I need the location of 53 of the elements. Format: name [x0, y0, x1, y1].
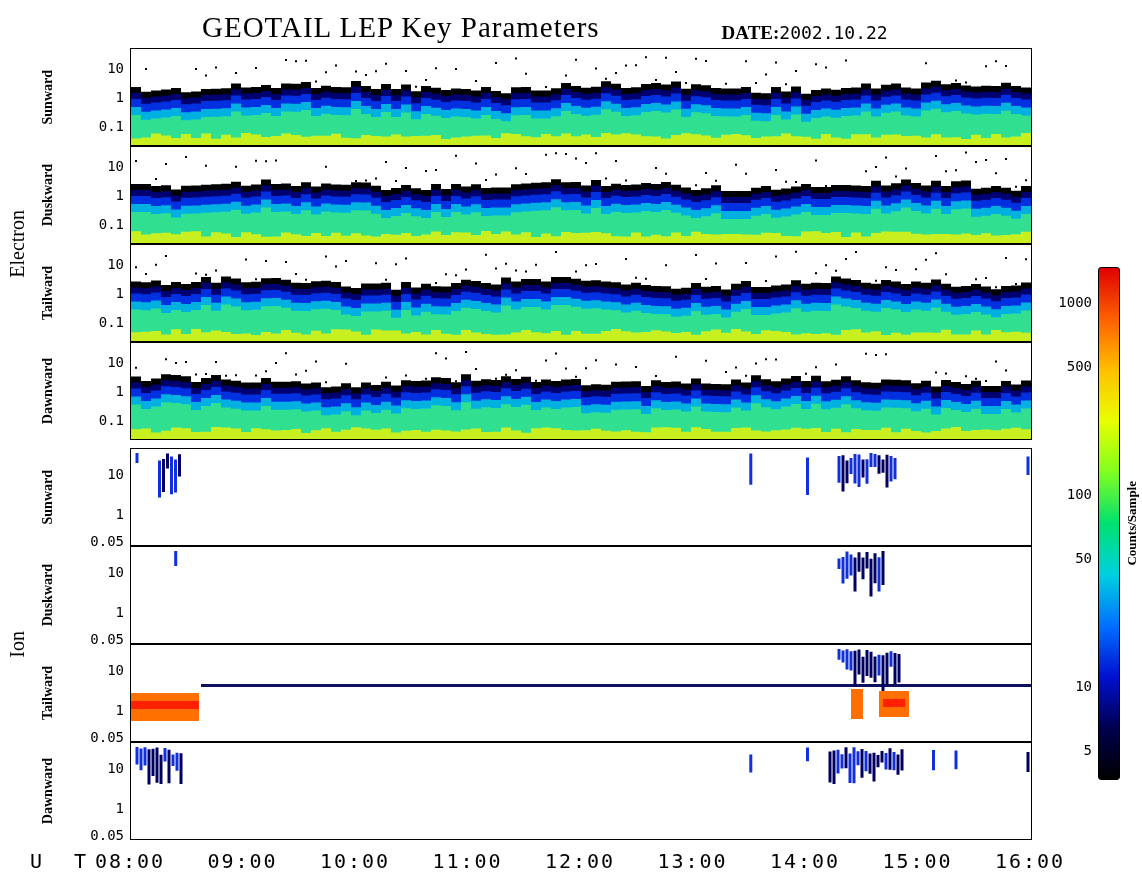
time-tick-label: 16:00	[994, 849, 1066, 873]
chart-title: GEOTAIL LEP Key Parameters	[202, 11, 600, 45]
panel-label: Dawnward	[39, 757, 56, 825]
panel-label: Dawnward	[39, 357, 56, 425]
axis-tick-label: 0.05	[90, 534, 124, 549]
axis-tick-label: 10	[107, 663, 124, 678]
axis-tick-label: 1	[115, 90, 124, 104]
axis-tick-label: 1	[115, 384, 124, 398]
time-tick-label: 11:00	[432, 849, 503, 873]
colorbar-tick-label: 10	[1075, 679, 1092, 694]
axis-tick-label: 0.05	[90, 632, 124, 647]
time-tick-label: 14:00	[769, 849, 841, 873]
time-tick-label: 10:00	[319, 849, 391, 873]
axis-tick-label: 0.1	[98, 217, 124, 232]
axis-tick-label: 1	[115, 702, 124, 717]
time-tick-label: 09:00	[207, 849, 278, 873]
axis-tick-label: 10	[107, 354, 124, 369]
axis-tick-label: 0.1	[98, 119, 124, 134]
group-label: Electron	[6, 210, 29, 278]
axis-tick-label: 10	[107, 467, 124, 482]
colorbar-tick-label: 1000	[1058, 294, 1092, 309]
colorbar-tick-label: 500	[1066, 359, 1092, 373]
date-text: DATE:2002.10.22	[721, 22, 888, 45]
colorbar-tick-label: 50	[1075, 550, 1092, 565]
colorbar-tick-label: 100	[1066, 486, 1092, 501]
axis-tick-label: 1	[115, 188, 124, 202]
axis-tick-label: 10	[107, 158, 124, 173]
axis-tick-label: 10	[107, 60, 124, 75]
axis-tick-label: 1	[115, 286, 124, 300]
axis-tick-label: 10	[107, 256, 124, 271]
time-tick-label: 13:00	[657, 849, 728, 873]
time-tick-label: 12:00	[544, 849, 616, 873]
time-tick-label: 08:00	[94, 849, 166, 873]
axis-tick-label: 0.05	[90, 730, 124, 745]
panel-label: Tailward	[39, 266, 56, 320]
axis-label: U T	[29, 849, 97, 873]
panel-label: Sunward	[39, 469, 56, 525]
panel-label: Tailward	[39, 666, 56, 720]
axis-tick-label: 1	[115, 506, 124, 521]
panel-label: Duskward	[39, 563, 56, 627]
colorbar-tick-label: 5	[1083, 743, 1092, 758]
axis-tick-label: 1	[115, 800, 124, 815]
axis-tick-label: 1	[115, 604, 124, 619]
axis-tick-label: 0.05	[90, 828, 124, 843]
colorbar-title: Counts/Sample	[1124, 481, 1140, 566]
group-label: Ion	[6, 630, 29, 658]
axis-tick-label: 10	[107, 761, 124, 776]
axis-tick-label: 0.1	[98, 413, 124, 428]
axis-tick-label: 10	[107, 565, 124, 580]
time-tick-label: 15:00	[882, 849, 953, 873]
panel-label: Duskward	[39, 163, 56, 227]
axis-tick-label: 0.1	[98, 315, 124, 330]
panel-label: Sunward	[39, 69, 56, 125]
